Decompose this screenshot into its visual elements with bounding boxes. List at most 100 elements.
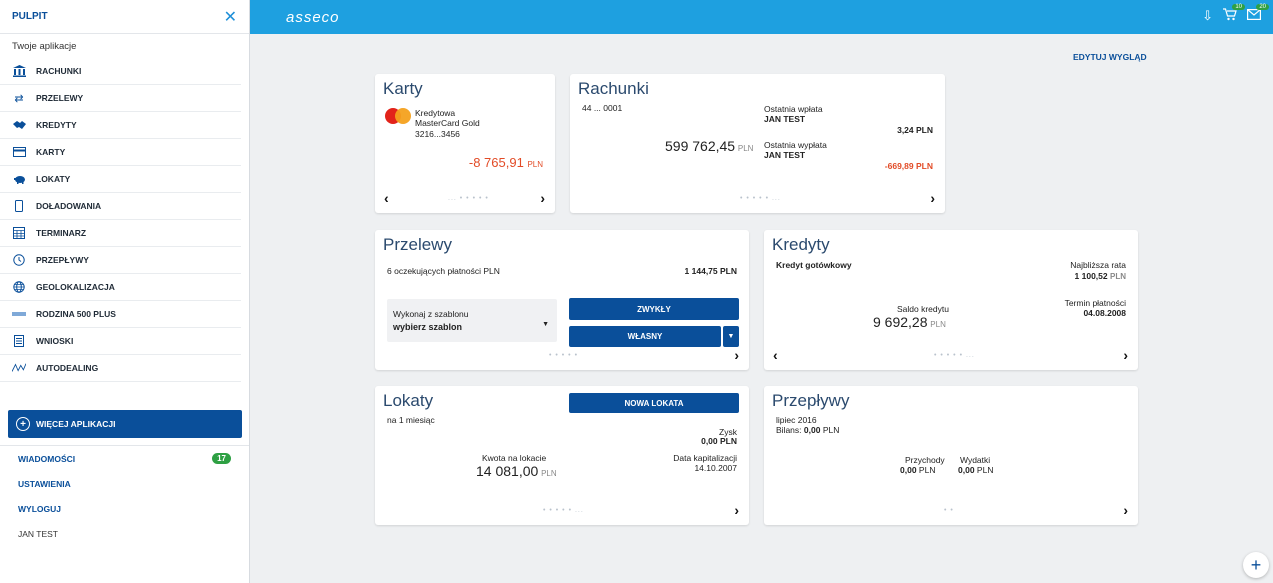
new-deposit-button[interactable]: NOWA LOKATA [569,393,739,413]
account-balance: 599 762,45 PLN [665,138,753,154]
sidebar-item-rodzina-500-plus[interactable]: RODZINA 500 PLUS [0,301,241,328]
carousel-dots: • • • • • ... [543,507,584,514]
chevron-left-icon[interactable]: ‹ [384,190,389,206]
deposit-amount-currency: PLN [541,469,557,478]
normal-transfer-button[interactable]: ZWYKŁY [569,298,739,320]
deposit-amount: 14 081,00 PLN [476,463,557,479]
clock-icon [12,253,26,267]
piggy-icon [12,172,26,186]
sidebar-item-doladowania[interactable]: DOŁADOWANIA [0,193,241,220]
last-deposit-name: JAN TEST [764,114,806,124]
own-transfer-button[interactable]: WŁASNY [569,326,721,347]
last-withdrawal-name: JAN TEST [764,150,806,160]
sidebar-item-lokaty[interactable]: LOKATY [0,166,241,193]
sidebar-item-label: RACHUNKI [36,66,82,76]
card-number: 3216...3456 [415,129,460,139]
sidebar-item-label: RODZINA 500 PLUS [36,309,116,319]
due-date: 04.08.2008 [1083,308,1126,318]
chevron-right-icon[interactable]: › [1123,502,1128,518]
logout-link[interactable]: WYLOGUJ [0,496,249,521]
expense-currency: PLN [976,465,994,475]
account-balance-value: 599 762,45 [665,138,736,154]
chevron-left-icon[interactable]: ‹ [773,347,778,363]
messages-label: WIADOMOŚCI [18,453,76,464]
income-value: 0,00 [900,465,917,475]
sidebar-header: PULPIT ✕ [0,0,249,34]
own-transfer-dropdown[interactable]: ▼ [723,326,739,347]
sidebar-item-wnioski[interactable]: WNIOSKI [0,328,241,355]
more-apps-button[interactable]: + WIĘCEJ APLIKACJI [8,410,242,438]
mastercard-logo [385,108,411,124]
loan-balance-currency: PLN [930,320,946,329]
logout-label: WYLOGUJ [18,503,61,514]
user-name-label: JAN TEST [18,528,58,539]
widget-title: Kredyty [772,235,830,254]
sidebar-item-terminarz[interactable]: TERMINARZ [0,220,241,247]
chevron-right-icon[interactable]: › [540,190,545,206]
mail-count-badge: 20 [1256,4,1269,10]
income: 0,00 PLN [900,465,935,475]
sidebar-item-geolokalizacja[interactable]: GEOLOKALIZACJA [0,274,241,301]
expense-value: 0,00 [958,465,975,475]
card-icon [12,145,26,159]
close-icon[interactable]: ✕ [224,7,237,27]
chart-line-icon [12,361,26,375]
phone-icon [12,199,26,213]
card-name: MasterCard Gold [415,118,480,128]
deposit-amount-value: 14 081,00 [476,463,539,479]
account-balance-currency: PLN [737,144,754,153]
widget-title: Przelewy [383,235,452,254]
sidebar-item-przeplywy[interactable]: PRZEPŁYWY [0,247,241,274]
chevron-right-icon[interactable]: › [734,502,739,518]
widget-title: Lokaty [383,391,434,410]
loan-balance: 9 692,28 PLN [873,314,946,330]
template-select[interactable]: Wykonaj z szablonu wybierz szablon ▼ [387,299,557,342]
plus-icon: + [1250,554,1262,575]
document-icon [12,334,26,348]
next-installment-label: Najbliższa rata [1070,260,1126,270]
sidebar-item-przelewy[interactable]: ⇄ PRZELEWY [0,85,241,112]
deposit-amount-label: Kwota na lokacie [482,453,547,463]
add-widget-button[interactable]: + [1243,552,1269,578]
sidebar-item-label: GEOLOKALIZACJA [36,282,115,292]
sidebar-item-label: PRZEPŁYWY [36,255,89,265]
loan-balance-value: 9 692,28 [873,314,928,330]
sidebar-item-kredyty[interactable]: KREDYTY [0,112,241,139]
sidebar-title: PULPIT [12,11,48,22]
user-name: JAN TEST [0,521,249,546]
pending-payments: 6 oczekujących płatności PLN [387,266,500,276]
more-apps-label: WIĘCEJ APLIKACJI [36,419,116,429]
cashflow-balance-value: 0,00 [803,425,821,435]
profit-value: 0,00 PLN [701,436,737,446]
sidebar-item-karty[interactable]: KARTY [0,139,241,166]
loan-balance-label: Saldo kredytu [897,304,949,314]
carousel-dots: • • • • • ... [934,352,975,359]
sidebar-app-list: RACHUNKI ⇄ PRZELEWY KREDYTY KARTY LOKATY [0,58,249,382]
edit-view-link[interactable]: EDYTUJ WYGLĄD [1073,52,1147,62]
sidebar-item-rachunki[interactable]: RACHUNKI [0,58,241,85]
cart-icon[interactable]: 10 [1223,4,1245,24]
capitalization-label: Data kapitalizacji [673,453,737,463]
sidebar-item-label: PRZELEWY [36,93,84,103]
card-type: Kredytowa [415,108,456,118]
chevron-right-icon[interactable]: › [930,190,935,206]
cart-count-badge: 10 [1232,4,1245,10]
expense-label: Wydatki [960,455,991,465]
sidebar-item-autodealing[interactable]: AUTODEALING [0,355,241,382]
mail-icon[interactable]: 20 [1247,4,1269,24]
messages-link[interactable]: WIADOMOŚCI 17 [0,446,249,471]
download-icon[interactable]: ⇩ [1202,8,1213,24]
settings-link[interactable]: USTAWIENIA [0,471,249,496]
income-label: Przychody [905,455,945,465]
transfers-widget: Przelewy 6 oczekujących płatności PLN 1 … [375,230,749,370]
carousel-dots: • • • • • [549,352,579,359]
chevron-right-icon[interactable]: › [734,347,739,363]
deposits-widget: Lokaty NOWA LOKATA na 1 miesiąc Zysk 0,0… [375,386,749,525]
top-icons: ⇩ 10 20 [1202,4,1269,24]
globe-icon [12,280,26,294]
family500-icon [12,307,26,321]
chevron-right-icon[interactable]: › [1123,347,1128,363]
last-deposit-label: Ostatnia wpłata [764,104,823,114]
cashflow-balance: Bilans: 0,00 PLN [776,425,839,435]
loan-type: Kredyt gotówkowy [776,260,852,270]
